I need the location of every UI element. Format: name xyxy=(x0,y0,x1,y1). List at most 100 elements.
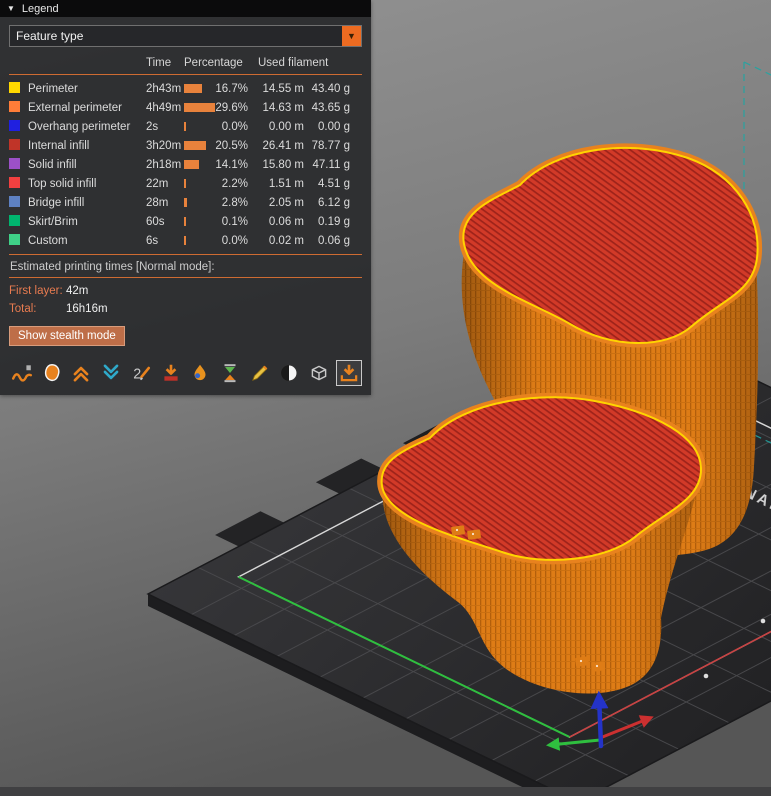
legend-toggle-icon[interactable] xyxy=(335,360,362,386)
feature-label: Solid infill xyxy=(28,158,77,171)
table-row: Top solid infill 22m 2.2% 1.51 m 4.51 g xyxy=(9,174,362,193)
feature-grams: 78.77 g xyxy=(311,139,350,152)
feature-meters: 0.02 m xyxy=(268,234,304,247)
wipe-icon[interactable] xyxy=(187,360,213,386)
table-row: Solid infill 2h18m 14.1% 15.80 m 47.11 g xyxy=(9,155,362,174)
feature-label: Top solid infill xyxy=(28,177,97,190)
first-layer-value: 42m xyxy=(66,285,89,297)
separator xyxy=(9,74,362,75)
feature-type-dropdown[interactable]: Feature type ▼ xyxy=(9,25,362,47)
filament-blob-icon[interactable] xyxy=(39,360,65,386)
bed-screw-dot xyxy=(760,618,766,624)
feature-table: Perimeter 2h43m 16.7% 14.55 m 43.40 g Ex… xyxy=(9,79,362,250)
feature-grams: 43.65 g xyxy=(311,101,350,114)
feature-meters: 26.41 m xyxy=(262,139,304,152)
pause-print-icon[interactable] xyxy=(217,360,243,386)
percentage-bar xyxy=(184,179,187,188)
percentage-bar xyxy=(184,217,186,226)
collapse-icon[interactable]: ▼ xyxy=(7,4,15,13)
feature-color-swatch xyxy=(9,81,20,93)
feature-label: Internal infill xyxy=(28,139,90,152)
feature-color-swatch xyxy=(9,119,20,131)
travel-moves-icon[interactable] xyxy=(306,360,332,386)
percentage-bar xyxy=(184,198,187,207)
feature-time: 60s xyxy=(146,215,165,228)
feature-percent: 2.2% xyxy=(221,177,248,190)
feature-color-swatch xyxy=(9,138,20,150)
feature-meters: 14.55 m xyxy=(262,82,304,95)
total-label: Total: xyxy=(9,303,37,315)
first-layer-time: First layer: 42m xyxy=(9,282,362,300)
column-percentage: Percentage xyxy=(184,56,243,69)
feature-percent: 0.0% xyxy=(221,120,248,133)
custom-gcode-icon[interactable] xyxy=(247,360,273,386)
feature-grams: 47.11 g xyxy=(312,158,350,171)
table-row: Perimeter 2h43m 16.7% 14.55 m 43.40 g xyxy=(9,79,362,98)
deretractions-icon[interactable] xyxy=(98,360,124,386)
column-used-filament: Used filament xyxy=(258,56,329,69)
first-layer-label: First layer: xyxy=(9,285,63,297)
bed-screw-dot xyxy=(703,673,709,679)
total-time: Total: 16h16m xyxy=(9,300,362,318)
percentage-bar xyxy=(184,103,216,112)
tool-change-icon[interactable] xyxy=(158,360,184,386)
feature-grams: 0.19 g xyxy=(318,215,350,228)
dropdown-arrow-icon[interactable]: ▼ xyxy=(342,26,361,46)
percentage-bar xyxy=(184,84,202,93)
svg-text:2: 2 xyxy=(133,367,141,383)
feature-time: 28m xyxy=(146,196,169,209)
feature-label: Skirt/Brim xyxy=(28,215,78,228)
feature-label: Overhang perimeter xyxy=(28,120,131,133)
separator xyxy=(9,254,362,255)
feature-percent: 14.1% xyxy=(215,158,248,171)
feature-time: 6s xyxy=(146,234,159,247)
feature-time: 3h20m xyxy=(146,139,182,152)
feature-time: 2h43m xyxy=(146,82,182,95)
table-row: Skirt/Brim 60s 0.1% 0.06 m 0.19 g xyxy=(9,212,362,231)
feature-label: Bridge infill xyxy=(28,196,85,209)
feature-color-swatch xyxy=(9,176,20,188)
legend-title: Legend xyxy=(21,2,59,15)
feature-color-swatch xyxy=(9,233,20,245)
feature-time: 4h49m xyxy=(146,101,182,114)
separator xyxy=(9,277,362,278)
table-row: Bridge infill 28m 2.8% 2.05 m 6.12 g xyxy=(9,193,362,212)
percentage-bar xyxy=(184,160,199,169)
feature-toggle-toolbar: 2 xyxy=(9,360,362,386)
feature-label: Custom xyxy=(28,234,68,247)
axis-z-arrow xyxy=(590,690,609,749)
feature-grams: 0.00 g xyxy=(318,120,350,133)
feature-percent: 20.5% xyxy=(215,139,248,152)
percentage-bar xyxy=(184,236,186,245)
feature-grams: 0.06 g xyxy=(318,234,350,247)
retractions-icon[interactable] xyxy=(68,360,94,386)
nozzle-flow-icon[interactable] xyxy=(9,360,35,386)
feature-type-value: Feature type xyxy=(16,29,84,43)
feature-percent: 2.8% xyxy=(221,196,248,209)
feature-color-swatch xyxy=(9,195,20,207)
feature-color-swatch xyxy=(9,214,20,226)
feature-time: 2h18m xyxy=(146,158,182,171)
legend-header[interactable]: ▼ Legend xyxy=(0,0,371,17)
table-row: Overhang perimeter 2s 0.0% 0.00 m 0.00 g xyxy=(9,117,362,136)
feature-percent: 16.7% xyxy=(215,82,248,95)
feature-meters: 0.00 m xyxy=(268,120,304,133)
total-value: 16h16m xyxy=(66,303,108,315)
percentage-bar xyxy=(184,122,186,131)
shells-icon[interactable] xyxy=(276,360,302,386)
column-time: Time xyxy=(146,56,172,69)
feature-color-swatch xyxy=(9,100,20,112)
feature-percent: 0.0% xyxy=(221,234,248,247)
feature-meters: 15.80 m xyxy=(262,158,304,171)
feature-percent: 29.6% xyxy=(215,101,248,114)
feature-meters: 2.05 m xyxy=(268,196,304,209)
table-row: Custom 6s 0.0% 0.02 m 0.06 g xyxy=(9,231,362,250)
feature-meters: 1.51 m xyxy=(268,177,304,190)
stealth-mode-button[interactable]: Show stealth mode xyxy=(9,326,125,346)
feature-grams: 43.40 g xyxy=(311,82,350,95)
color-change-icon[interactable]: 2 xyxy=(128,360,154,386)
feature-time: 2s xyxy=(146,120,159,133)
feature-label: Perimeter xyxy=(28,82,78,95)
feature-label: External perimeter xyxy=(28,101,122,114)
legend-panel: ▼ Legend Feature type ▼ Time Percentage … xyxy=(0,0,371,395)
